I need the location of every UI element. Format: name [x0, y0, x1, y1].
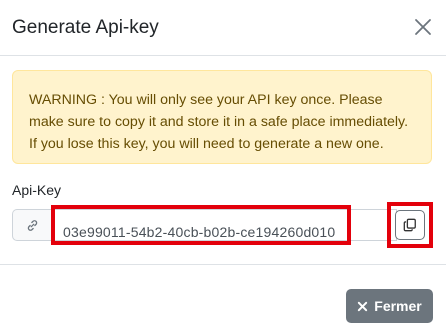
fermer-button[interactable]: Fermer [346, 289, 433, 323]
times-icon [358, 301, 368, 311]
api-key-label: Api-Key [12, 182, 62, 198]
close-button[interactable] [410, 14, 436, 40]
copy-icon [403, 218, 416, 232]
close-icon [415, 19, 431, 35]
modal-footer: Fermer [0, 264, 446, 335]
api-key-input-group: 03e99011-54b2-40cb-b02b-ce194260d010 [12, 209, 434, 243]
modal-header: Generate Api-key [0, 0, 446, 56]
link-icon [27, 219, 38, 231]
modal-title: Generate Api-key [12, 17, 159, 38]
warning-text: WARNING : You will only see your API key… [29, 92, 409, 152]
link-icon-addon [12, 209, 52, 241]
fermer-label: Fermer [374, 298, 422, 314]
api-key-value: 03e99011-54b2-40cb-b02b-ce194260d010 [63, 224, 336, 240]
copy-button[interactable] [395, 210, 425, 240]
api-key-modal: Generate Api-key WARNING : You will only… [0, 0, 446, 335]
api-key-field[interactable]: 03e99011-54b2-40cb-b02b-ce194260d010 [52, 209, 397, 241]
warning-alert: WARNING : You will only see your API key… [12, 70, 432, 164]
